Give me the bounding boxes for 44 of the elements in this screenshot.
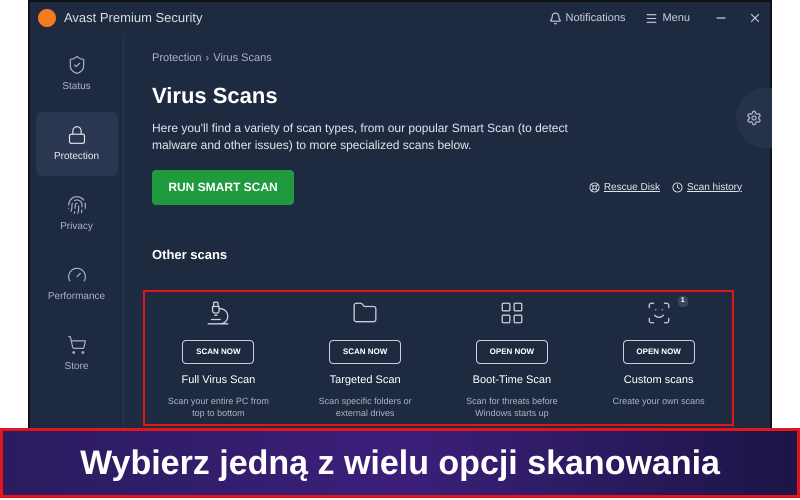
close-icon[interactable] bbox=[748, 11, 762, 25]
link[interactable]: Rescue Disk bbox=[588, 180, 660, 194]
page-description: Here you'll find a variety of scan types, from our popular Smart Scan (to detect malware and other issues) to more specialized scans below. bbox=[152, 120, 569, 154]
scan-name: Targeted Scan bbox=[330, 373, 401, 388]
scan-icon bbox=[646, 300, 672, 326]
lock-icon bbox=[66, 124, 86, 144]
caption-text: Wybierz jedną z wielu opcji skanowania bbox=[80, 442, 720, 484]
menu-icon bbox=[645, 12, 658, 24]
cart-icon bbox=[66, 334, 86, 354]
settings-icon bbox=[746, 110, 762, 126]
run-smart-scan-button[interactable]: RUN SMART SCAN bbox=[152, 170, 294, 204]
scan-description: Scan your entire PC from top to bottom bbox=[166, 394, 270, 418]
fingerprint-icon bbox=[66, 194, 86, 214]
scan-name: Boot-Time Scan bbox=[472, 373, 552, 388]
scan-name: Full Virus Scan bbox=[181, 373, 256, 388]
logo-icon bbox=[38, 9, 56, 27]
breadcrumb-item[interactable]: Protection bbox=[152, 50, 202, 66]
scan-button[interactable]: SCAN NOW bbox=[329, 340, 402, 364]
clock-icon bbox=[672, 182, 683, 192]
lifebuoy-icon bbox=[588, 182, 600, 192]
window-title: Avast Premium Security bbox=[64, 9, 202, 28]
scan-name: Custom scans bbox=[624, 373, 694, 388]
sidebar-item[interactable]: Performance bbox=[36, 252, 118, 316]
scan-description: Scan specific folders or external drives bbox=[318, 394, 413, 418]
sidebar-item[interactable]: Protection bbox=[36, 112, 118, 176]
link[interactable]: Scan history bbox=[672, 180, 742, 194]
menu-button[interactable]: Menu bbox=[645, 10, 690, 26]
sidebar-item[interactable]: Status bbox=[36, 42, 118, 106]
scan-button[interactable]: OPEN NOW bbox=[622, 340, 695, 364]
scan-button[interactable]: SCAN NOW bbox=[182, 340, 254, 364]
scan-description: Create your own scans bbox=[612, 394, 706, 406]
sidebar-item[interactable]: Privacy bbox=[36, 182, 118, 246]
scan-button[interactable]: OPEN NOW bbox=[476, 340, 548, 364]
section-title: Other scans bbox=[152, 246, 228, 264]
breadcrumb-item: Virus Scans bbox=[213, 51, 272, 66]
windows-icon bbox=[498, 300, 525, 326]
microscope-icon bbox=[205, 300, 232, 326]
scan-description: Scan for threats before Windows starts up bbox=[465, 394, 559, 418]
notifications-button[interactable]: Notifications bbox=[548, 10, 626, 26]
breadcrumb-item: › bbox=[206, 51, 210, 66]
bell-icon bbox=[548, 12, 562, 24]
page-title: Virus Scans bbox=[152, 82, 279, 110]
settings-tab[interactable] bbox=[736, 88, 772, 148]
sidebar-item[interactable]: Store bbox=[36, 322, 118, 386]
